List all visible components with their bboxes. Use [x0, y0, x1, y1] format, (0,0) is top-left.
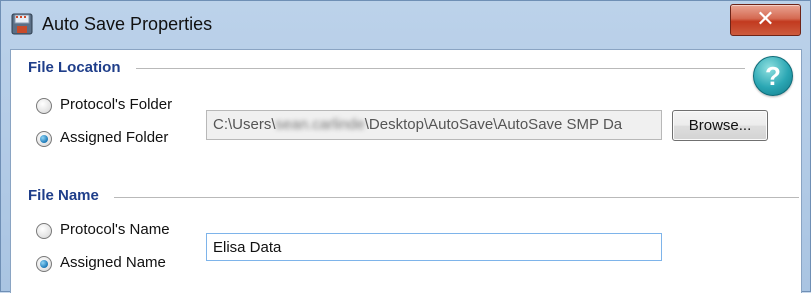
radio-button[interactable]	[36, 223, 52, 239]
auto-save-properties-window: Auto Save Properties ✕ File Location ? P…	[0, 0, 811, 293]
help-button[interactable]: ?	[753, 56, 793, 96]
radio-label: Protocol's Folder	[60, 96, 173, 113]
close-button[interactable]: ✕	[730, 4, 801, 36]
group-divider	[114, 197, 799, 198]
file-location-title: File Location	[28, 59, 121, 76]
save-disk-icon	[11, 13, 33, 35]
path-suffix: \Desktop\AutoSave\AutoSave SMP Da	[364, 116, 623, 133]
radio-button-selected[interactable]	[36, 256, 52, 272]
radio-button-selected[interactable]	[36, 131, 52, 147]
file-name-title: File Name	[28, 187, 99, 204]
title-bar[interactable]: Auto Save Properties ✕	[1, 1, 810, 49]
radio-label: Assigned Folder	[60, 129, 169, 146]
group-divider	[136, 68, 745, 69]
path-prefix: C:\Users\	[213, 116, 276, 133]
file-name-input[interactable]	[206, 233, 662, 261]
folder-path-field[interactable]: C:\Users\sean.carlinde\Desktop\AutoSave\…	[206, 110, 662, 140]
dialog-content: File Location ? Protocol's Folder Assign…	[10, 49, 802, 293]
path-obscured-username: sean.carlinde	[275, 116, 365, 133]
radio-button[interactable]	[36, 98, 52, 114]
radio-label: Protocol's Name	[60, 221, 170, 238]
radio-label: Assigned Name	[60, 254, 166, 271]
window-title: Auto Save Properties	[42, 14, 213, 34]
browse-button[interactable]: Browse...	[672, 110, 768, 141]
